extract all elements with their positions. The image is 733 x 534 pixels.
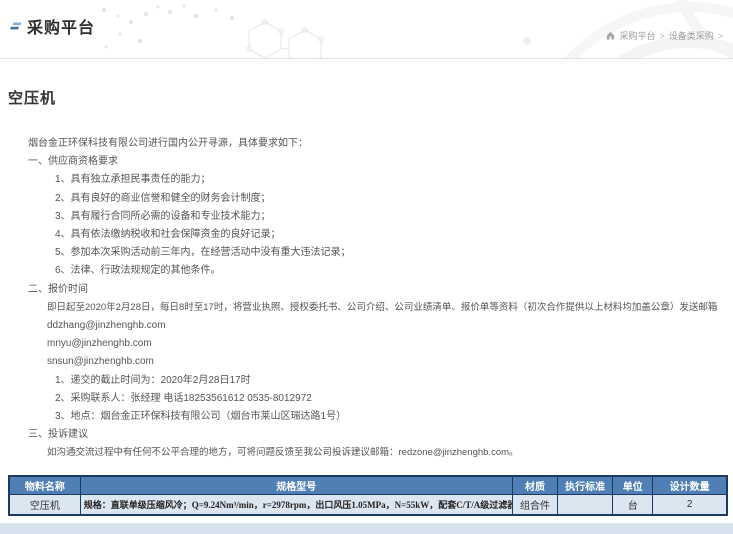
breadcrumb: 采购平台 > 设备类采购 > xyxy=(606,29,723,42)
breadcrumb-separator: > xyxy=(718,31,723,41)
section: 一、供应商资格要求1、具有独立承担民事责任的能力；2、具有良好的商业信誉和健全的… xyxy=(8,153,725,280)
table-header-spec-model: 规格型号 xyxy=(80,476,512,495)
section-item: 2、具有良好的商业信誉和健全的财务会计制度； xyxy=(8,190,725,208)
table-head: 物料名称规格型号材质执行标准单位设计数量 xyxy=(9,476,727,495)
section-item: 1、具有独立承担民事责任的能力； xyxy=(8,171,725,189)
menu-icon xyxy=(10,20,22,32)
section-item: 1、递交的截止时间为：2020年2月28日17时 xyxy=(8,372,725,390)
table-header-material-name: 物料名称 xyxy=(9,476,80,495)
app-header: 采购平台 采购平台 > 设备类采购 > xyxy=(0,0,733,59)
logo[interactable]: 采购平台 xyxy=(10,14,95,38)
table-cell-material: 组合件 xyxy=(512,495,557,515)
email-text: snsun@jinzhenghb.com xyxy=(8,353,725,371)
section-item: 5、参加本次采购活动前三年内，在经营活动中没有重大违法记录； xyxy=(8,244,725,262)
hexagon-pattern xyxy=(247,20,323,59)
app-title: 采购平台 xyxy=(27,14,95,38)
table-body: 空压机规格：直联单级压缩风冷；Q=9.24Nm³/min，r=2978rpm，出… xyxy=(9,495,727,515)
breadcrumb-item-equipment[interactable]: 设备类采购 xyxy=(669,29,714,42)
table-cell-unit: 台 xyxy=(613,495,653,515)
breadcrumb-separator: > xyxy=(659,31,664,41)
table-header-design-quantity: 设计数量 xyxy=(653,476,727,495)
intro-text: 烟台金正环保科技有限公司进行国内公开寻源，具体要求如下： xyxy=(8,135,725,153)
table-cell-standard xyxy=(558,495,613,515)
table-row: 空压机规格：直联单级压缩风冷；Q=9.24Nm³/min，r=2978rpm，出… xyxy=(9,495,727,515)
section-heading: 三、投诉建议 xyxy=(8,426,725,444)
email-text: mnyu@jinzhenghb.com xyxy=(8,335,725,353)
dot-pattern xyxy=(102,5,531,49)
materials-table: 物料名称规格型号材质执行标准单位设计数量 空压机规格：直联单级压缩风冷；Q=9.… xyxy=(8,475,728,516)
table-cell-design-quantity: 2 xyxy=(653,495,727,515)
section: 二、报价时间即日起至2020年2月28日，每日8时至17时，将营业执照、授权委托… xyxy=(8,281,725,427)
section-item: 2、采购联系人：张经理 电话18253561612 0535-8012972 xyxy=(8,390,725,408)
breadcrumb-item-platform[interactable]: 采购平台 xyxy=(619,29,655,42)
section-item: 3、具有履行合同所必需的设备和专业技术能力； xyxy=(8,208,725,226)
home-icon xyxy=(606,31,615,40)
sections: 一、供应商资格要求1、具有独立承担民事责任的能力；2、具有良好的商业信誉和健全的… xyxy=(8,153,725,462)
section-item: 6、法律、行政法规规定的其他条件。 xyxy=(8,262,725,280)
table-header-unit: 单位 xyxy=(613,476,653,495)
table-header-standard: 执行标准 xyxy=(558,476,613,495)
page-title: 空压机 xyxy=(8,87,725,108)
section-item: 3、地点：烟台金正环保科技有限公司（烟台市莱山区瑞达路1号） xyxy=(8,408,725,426)
table-header-material: 材质 xyxy=(512,476,557,495)
section-paragraph: 如沟通交流过程中有任何不公平合理的地方，可将问题反馈至我公司投诉建议邮箱：red… xyxy=(8,444,725,462)
email-text: ddzhang@jinzhenghb.com xyxy=(8,317,725,335)
content: 空压机 烟台金正环保科技有限公司进行国内公开寻源，具体要求如下： 一、供应商资格… xyxy=(0,87,733,516)
section-heading: 一、供应商资格要求 xyxy=(8,153,725,171)
table-cell-material-name: 空压机 xyxy=(9,495,80,515)
section-paragraph: 即日起至2020年2月28日，每日8时至17时，将营业执照、授权委托书、公司介绍… xyxy=(8,299,725,317)
section-item: 4、具有依法缴纳税收和社会保障资金的良好记录； xyxy=(8,226,725,244)
table-cell-spec-model: 规格：直联单级压缩风冷；Q=9.24Nm³/min，r=2978rpm，出口风压… xyxy=(80,495,512,515)
section-heading: 二、报价时间 xyxy=(8,281,725,299)
section: 三、投诉建议如沟通交流过程中有任何不公平合理的地方，可将问题反馈至我公司投诉建议… xyxy=(8,426,725,462)
page-footer xyxy=(0,523,733,534)
